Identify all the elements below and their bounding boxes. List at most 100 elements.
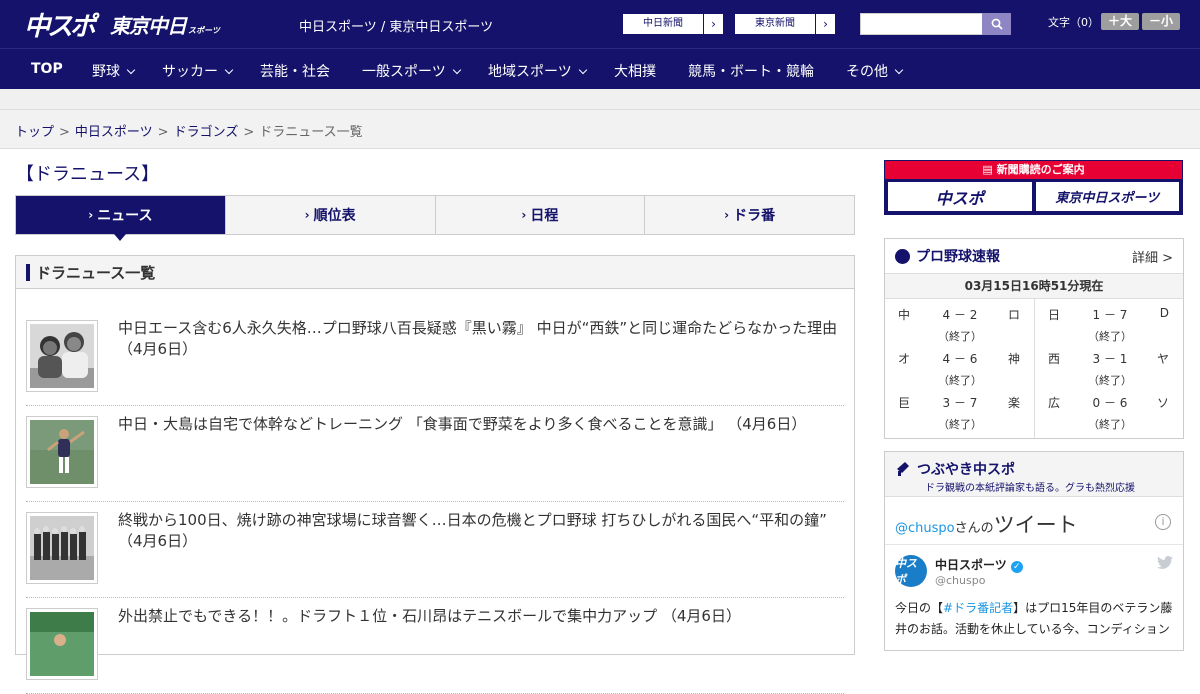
nav-label: 競馬・ボート・競輪 xyxy=(688,64,814,80)
tokyo-shimbun-label: 東京新聞 xyxy=(755,18,795,29)
news-list-panel: ドラニュース一覧 中日エース含む6人永久失格…プロ野球八百長疑惑『黒い霧』 中日… xyxy=(15,255,855,694)
chunichi-shimbun-link[interactable]: 中日新聞 › xyxy=(622,13,724,35)
nav-item-other[interactable]: その他 xyxy=(846,61,904,81)
nav-label: その他 xyxy=(846,64,888,80)
game-status: （終了） xyxy=(1088,418,1132,431)
game-status: （終了） xyxy=(1088,374,1132,387)
avatar[interactable]: 中スポ xyxy=(895,555,927,587)
nav-label: 芸能・社会 xyxy=(260,64,330,80)
article-title-link[interactable]: 中日・大島は自宅で体幹などトレーニング 「食事面で野菜をより多く食べることを意識… xyxy=(118,414,840,435)
tab-schedule[interactable]: › 日程 xyxy=(434,196,645,234)
scores-grid: 中4 － 2 ロ（終了） オ4 － 6 神（終了） 巨3 － 7 楽（終了） 日1 －… xyxy=(885,299,1183,438)
list-item[interactable]: 終戦から100日、焼け跡の神宮球場に球音響く…日本の危機とプロ野球 打ちひしがれ… xyxy=(26,510,844,598)
nav-item-top[interactable]: TOP xyxy=(31,61,63,77)
news-list-header: ドラニュース一覧 xyxy=(16,256,854,289)
verified-icon: ✓ xyxy=(1010,561,1023,573)
tokyo-logo-main: 東京中日 xyxy=(110,14,187,38)
tab-label: 日程 xyxy=(530,208,559,224)
tweets-handle-link[interactable]: @chuspo xyxy=(895,521,955,536)
chevron-down-icon xyxy=(578,65,587,75)
chevron-right-icon: › xyxy=(703,14,723,34)
away-team: 神 xyxy=(1007,352,1020,366)
tab-label: ドラ番 xyxy=(733,208,776,224)
game-row[interactable]: 西3 － 1 ヤ（終了） xyxy=(1035,350,1183,394)
breadcrumb-dragons[interactable]: ドラゴンズ xyxy=(174,125,239,140)
article-thumbnail[interactable] xyxy=(26,416,98,488)
nav-item-soccer[interactable]: サッカー xyxy=(162,61,234,81)
game-row[interactable]: 中4 － 2 ロ（終了） xyxy=(885,306,1034,350)
account-name[interactable]: 中日スポーツ ✓ xyxy=(935,556,1023,573)
nav-label: サッカー xyxy=(162,64,218,80)
game-row[interactable]: オ4 － 6 神（終了） xyxy=(885,350,1034,394)
section-tabs: › ニュース › 順位表 › 日程 › ドラ番 xyxy=(15,195,855,241)
account-handle[interactable]: @chuspo xyxy=(935,574,985,587)
nav-label: 野球 xyxy=(92,64,120,80)
chuspo-logo[interactable]: 中スポ xyxy=(24,6,96,43)
list-item[interactable]: 中日エース含む6人永久失格…プロ野球八百長疑惑『黒い霧』 中日が“西鉄”と同じ運… xyxy=(26,318,844,406)
tab-dragons-reporter[interactable]: › ドラ番 xyxy=(644,196,854,234)
game-status: （終了） xyxy=(1088,330,1132,343)
article-title-link[interactable]: 終戦から100日、焼け跡の神宮球場に球音響く…日本の危機とプロ野球 打ちひしがれ… xyxy=(118,510,840,552)
tab-label: ニュース xyxy=(97,208,153,224)
article-thumbnail[interactable] xyxy=(26,608,98,680)
article-title-link[interactable]: 外出禁止でもできる！！。ドラフト１位・石川昂はテニスボールで集中力アップ （4月… xyxy=(118,606,840,627)
hashtag-link[interactable]: #ドラ番記者 xyxy=(943,601,1013,615)
scores-detail-link[interactable]: 詳細 > xyxy=(1132,247,1173,266)
nav-item-local-sports[interactable]: 地域スポーツ xyxy=(488,61,587,81)
nav-label: 一般スポーツ xyxy=(362,64,446,80)
scores-title: プロ野球速報 xyxy=(916,249,1000,265)
nav-item-entertainment[interactable]: 芸能・社会 xyxy=(260,61,330,81)
tab-news[interactable]: › ニュース xyxy=(16,196,225,241)
chevron-down-icon xyxy=(224,65,234,75)
subscribe-banner[interactable]: ▤ 新聞購読のご案内 中スポ 東京中日スポーツ xyxy=(884,160,1183,215)
photo-thumbnail-image xyxy=(30,516,94,580)
nav-label: 地域スポーツ xyxy=(488,64,572,80)
tokyo-chunichi-logo[interactable]: 東京中日 スポーツ xyxy=(110,10,220,39)
list-item[interactable]: 外出禁止でもできる！！。ドラフト１位・石川昂はテニスボールで集中力アップ （4月… xyxy=(26,606,844,694)
article-thumbnail[interactable] xyxy=(26,512,98,584)
article-thumbnail[interactable] xyxy=(26,320,98,392)
twitter-widget-header: つぶやき中スポ ドラ観戦の本紙評論家も語る。グラも熱烈応援 xyxy=(885,452,1183,497)
game-status: （終了） xyxy=(938,330,982,343)
search-button[interactable] xyxy=(982,13,1011,35)
nav-item-general-sports[interactable]: 一般スポーツ xyxy=(362,61,461,81)
game-row[interactable]: 広0 － 6 ソ（終了） xyxy=(1035,394,1183,438)
nav-item-racing[interactable]: 競馬・ボート・競輪 xyxy=(688,61,814,81)
twitter-widget: つぶやき中スポ ドラ観戦の本紙評論家も語る。グラも熱烈応援 @chuspoさんの… xyxy=(884,451,1184,651)
chevron-down-icon xyxy=(452,65,461,75)
breadcrumb-chunichi-sports[interactable]: 中日スポーツ xyxy=(75,125,153,140)
scores-column-right: 日1 － 7 D （終了） 西3 － 1 ヤ（終了） 広0 － 6 ソ（終了） xyxy=(1034,299,1183,438)
twitter-widget-subtitle: ドラ観戦の本紙評論家も語る。グラも熱烈応援 xyxy=(925,483,1135,494)
baseball-icon xyxy=(895,248,910,264)
tokyo-logo-sub: スポーツ xyxy=(188,26,220,35)
game-row[interactable]: 巨3 － 7 楽（終了） xyxy=(885,394,1034,438)
font-size-label: 文字（0） xyxy=(1048,16,1099,29)
nav-item-baseball[interactable]: 野球 xyxy=(92,61,136,81)
scores-timestamp: 03月15日16時51分現在 xyxy=(885,274,1183,299)
list-item[interactable]: 中日・大島は自宅で体幹などトレーニング 「食事面で野菜をより多く食べることを意識… xyxy=(26,414,844,502)
chevron-right-icon: › xyxy=(724,208,730,222)
search-input[interactable] xyxy=(860,13,983,35)
away-team: ロ xyxy=(1007,308,1020,322)
font-smaller-button[interactable]: －小 xyxy=(1142,13,1180,30)
divider-stripe xyxy=(0,89,1200,110)
top-header: 中スポ 東京中日 スポーツ 中日スポーツ / 東京中日スポーツ 中日新聞 › 東京… xyxy=(0,0,1200,48)
tab-standings[interactable]: › 順位表 xyxy=(224,196,435,234)
font-larger-button[interactable]: ＋大 xyxy=(1101,13,1139,30)
subscribe-tokyo-button[interactable]: 東京中日スポーツ xyxy=(1035,182,1179,211)
game-row[interactable]: 日1 － 7 D （終了） xyxy=(1035,306,1183,350)
tokyo-shimbun-link[interactable]: 東京新聞 › xyxy=(734,13,836,35)
info-icon[interactable]: i xyxy=(1155,514,1171,530)
tweet-text: 今日の【#ドラ番記者】はプロ15年目のベテラン藤井のお話。活動を休止している今、… xyxy=(895,598,1175,640)
breadcrumb-top[interactable]: トップ xyxy=(15,125,54,140)
game-status: （終了） xyxy=(938,418,982,431)
photo-thumbnail-image xyxy=(30,612,94,676)
nav-item-sumo[interactable]: 大相撲 xyxy=(614,61,656,81)
twitter-bird-icon[interactable] xyxy=(1157,556,1173,570)
subscribe-options: 中スポ 東京中日スポーツ xyxy=(885,179,1182,211)
tweets-by-label: @chuspoさんのツイート xyxy=(895,509,1078,539)
article-title-link[interactable]: 中日エース含む6人永久失格…プロ野球八百長疑惑『黒い霧』 中日が“西鉄”と同じ運… xyxy=(118,318,840,360)
subscribe-chuspo-button[interactable]: 中スポ xyxy=(888,182,1032,211)
photo-thumbnail-image xyxy=(30,324,94,388)
page-title: 【ドラニュース】 xyxy=(16,164,160,185)
